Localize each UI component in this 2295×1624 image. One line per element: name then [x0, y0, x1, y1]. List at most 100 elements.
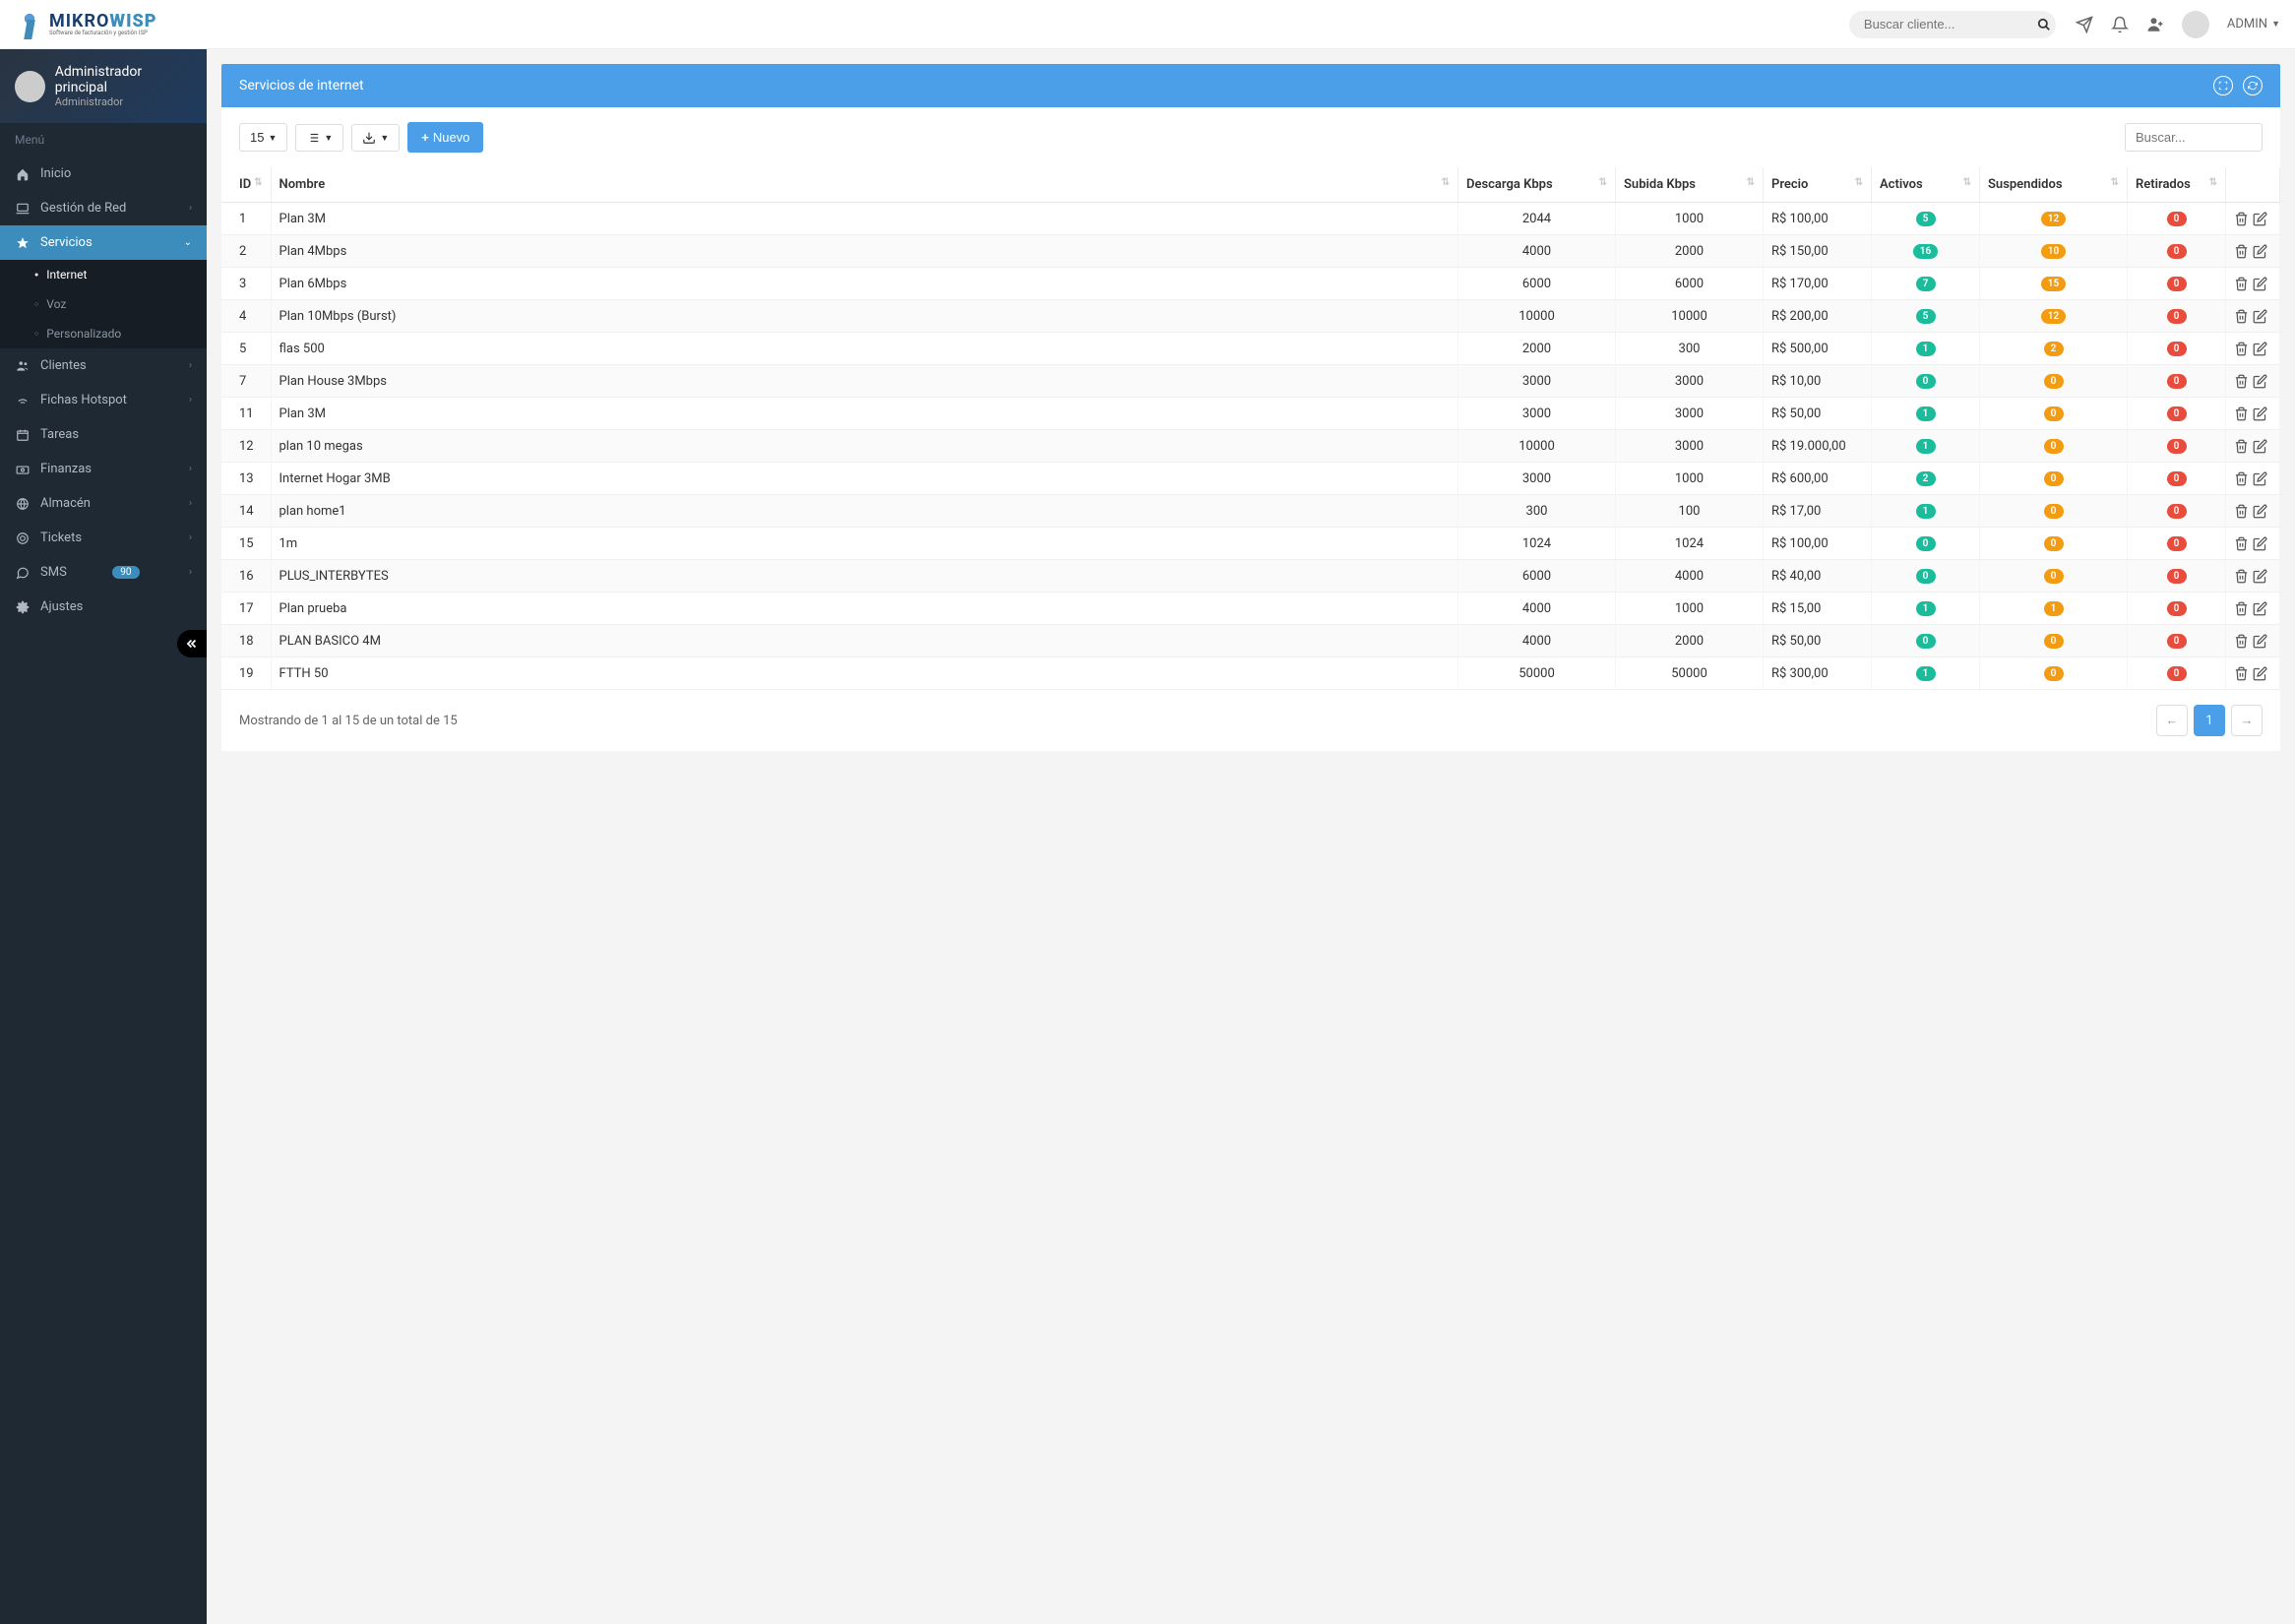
cell-subida: 3000	[1616, 365, 1764, 398]
edit-icon[interactable]	[2253, 406, 2267, 420]
cell-nombre: Plan 3M	[271, 398, 1458, 430]
edit-icon[interactable]	[2253, 600, 2267, 615]
col-suspendidos[interactable]: Suspendidos	[1980, 167, 2128, 203]
search-icon[interactable]	[2037, 17, 2051, 32]
user-avatar-header[interactable]	[2182, 11, 2209, 38]
delete-icon[interactable]	[2234, 633, 2249, 648]
delete-icon[interactable]	[2234, 665, 2249, 680]
table-row: 12plan 10 megas100003000R$ 19.000,00100	[221, 430, 2280, 463]
sidebar-item-inicio[interactable]: Inicio	[0, 156, 207, 191]
delete-icon[interactable]	[2234, 438, 2249, 453]
edit-icon[interactable]	[2253, 470, 2267, 485]
cell-suspendidos: 15	[1980, 268, 2128, 300]
edit-icon[interactable]	[2253, 211, 2267, 225]
brand-name: MIKROWISP	[49, 13, 157, 31]
client-search-input[interactable]	[1864, 17, 2037, 31]
badge-suspendidos: 12	[2041, 212, 2066, 226]
edit-icon[interactable]	[2253, 568, 2267, 583]
cell-descarga: 300	[1458, 495, 1616, 528]
sidebar-item-sms[interactable]: SMS 90 ›	[0, 555, 207, 590]
edit-icon[interactable]	[2253, 373, 2267, 388]
brand-logo-icon	[15, 10, 44, 39]
user-plus-icon[interactable]	[2146, 16, 2164, 33]
submenu-label: Personalizado	[46, 327, 121, 341]
col-activos[interactable]: Activos	[1872, 167, 1980, 203]
cell-nombre: Plan House 3Mbps	[271, 365, 1458, 398]
page-number-button[interactable]: 1	[2194, 705, 2225, 736]
cell-suspendidos: 10	[1980, 235, 2128, 268]
col-nombre[interactable]: Nombre	[271, 167, 1458, 203]
edit-icon[interactable]	[2253, 503, 2267, 518]
col-id[interactable]: ID	[221, 167, 271, 203]
cell-suspendidos: 0	[1980, 430, 2128, 463]
edit-icon[interactable]	[2253, 243, 2267, 258]
submenu-item-internet[interactable]: Internet	[0, 260, 207, 289]
sidebar-item-tareas[interactable]: Tareas	[0, 417, 207, 452]
col-retirados[interactable]: Retirados	[2128, 167, 2226, 203]
edit-icon[interactable]	[2253, 535, 2267, 550]
delete-icon[interactable]	[2234, 211, 2249, 225]
delete-icon[interactable]	[2234, 243, 2249, 258]
cell-retirados: 0	[2128, 463, 2226, 495]
page-prev-button[interactable]: ←	[2156, 705, 2188, 736]
delete-icon[interactable]	[2234, 406, 2249, 420]
cell-suspendidos: 1	[1980, 593, 2128, 625]
badge-activos: 1	[1916, 439, 1936, 454]
edit-icon[interactable]	[2253, 438, 2267, 453]
sidebar-item-servicios[interactable]: Servicios ⌄	[0, 225, 207, 260]
submenu-item-voz[interactable]: Voz	[0, 289, 207, 319]
delete-icon[interactable]	[2234, 470, 2249, 485]
sms-icon	[15, 565, 31, 580]
cell-nombre: Plan 4Mbps	[271, 235, 1458, 268]
brand-logo[interactable]: MIKROWISP Software de facturación y gest…	[15, 10, 157, 39]
page-size-dropdown[interactable]: 15 ▼	[239, 123, 287, 152]
sidebar-item-finanzas[interactable]: Finanzas ›	[0, 452, 207, 486]
view-list-dropdown[interactable]: ▼	[295, 124, 343, 152]
export-dropdown[interactable]: ▼	[351, 124, 400, 152]
edit-icon[interactable]	[2253, 633, 2267, 648]
cell-actions	[2226, 657, 2280, 690]
delete-icon[interactable]	[2234, 535, 2249, 550]
delete-icon[interactable]	[2234, 341, 2249, 355]
refresh-icon[interactable]	[2243, 76, 2263, 95]
col-descarga[interactable]: Descarga Kbps	[1458, 167, 1616, 203]
sidebar-item-label: Finanzas	[40, 462, 92, 476]
edit-icon[interactable]	[2253, 341, 2267, 355]
sidebar-item-ajustes[interactable]: Ajustes	[0, 590, 207, 624]
expand-icon[interactable]	[2213, 76, 2233, 95]
delete-icon[interactable]	[2234, 503, 2249, 518]
sidebar-item-fichas-hotspot[interactable]: Fichas Hotspot ›	[0, 383, 207, 417]
cell-subida: 1000	[1616, 463, 1764, 495]
admin-dropdown[interactable]: ADMIN ▼	[2227, 17, 2280, 31]
edit-icon[interactable]	[2253, 665, 2267, 680]
table-filter-input[interactable]	[2125, 123, 2263, 152]
delete-icon[interactable]	[2234, 600, 2249, 615]
sidebar-item-almacen[interactable]: Almacén ›	[0, 486, 207, 521]
edit-icon[interactable]	[2253, 276, 2267, 290]
laptop-icon	[15, 201, 31, 216]
cell-retirados: 0	[2128, 398, 2226, 430]
submenu-item-personalizado[interactable]: Personalizado	[0, 319, 207, 348]
sidebar-item-clientes[interactable]: Clientes ›	[0, 348, 207, 383]
edit-icon[interactable]	[2253, 308, 2267, 323]
cell-activos: 1	[1872, 333, 1980, 365]
page-next-button[interactable]: →	[2231, 705, 2263, 736]
delete-icon[interactable]	[2234, 276, 2249, 290]
bell-icon[interactable]	[2111, 16, 2129, 33]
cell-retirados: 0	[2128, 657, 2226, 690]
client-search[interactable]	[1849, 11, 2056, 38]
sidebar-item-tickets[interactable]: Tickets ›	[0, 521, 207, 555]
table-row: 13Internet Hogar 3MB30001000R$ 600,00200	[221, 463, 2280, 495]
sidebar-item-gestion-red[interactable]: Gestión de Red ›	[0, 191, 207, 225]
sidebar-collapse-button[interactable]	[177, 630, 207, 657]
col-precio[interactable]: Precio	[1764, 167, 1872, 203]
delete-icon[interactable]	[2234, 308, 2249, 323]
delete-icon[interactable]	[2234, 373, 2249, 388]
cell-suspendidos: 2	[1980, 333, 2128, 365]
cell-id: 1	[221, 203, 271, 235]
new-button[interactable]: + Nuevo	[407, 122, 483, 153]
cell-id: 3	[221, 268, 271, 300]
delete-icon[interactable]	[2234, 568, 2249, 583]
col-subida[interactable]: Subida Kbps	[1616, 167, 1764, 203]
send-icon[interactable]	[2076, 16, 2093, 33]
